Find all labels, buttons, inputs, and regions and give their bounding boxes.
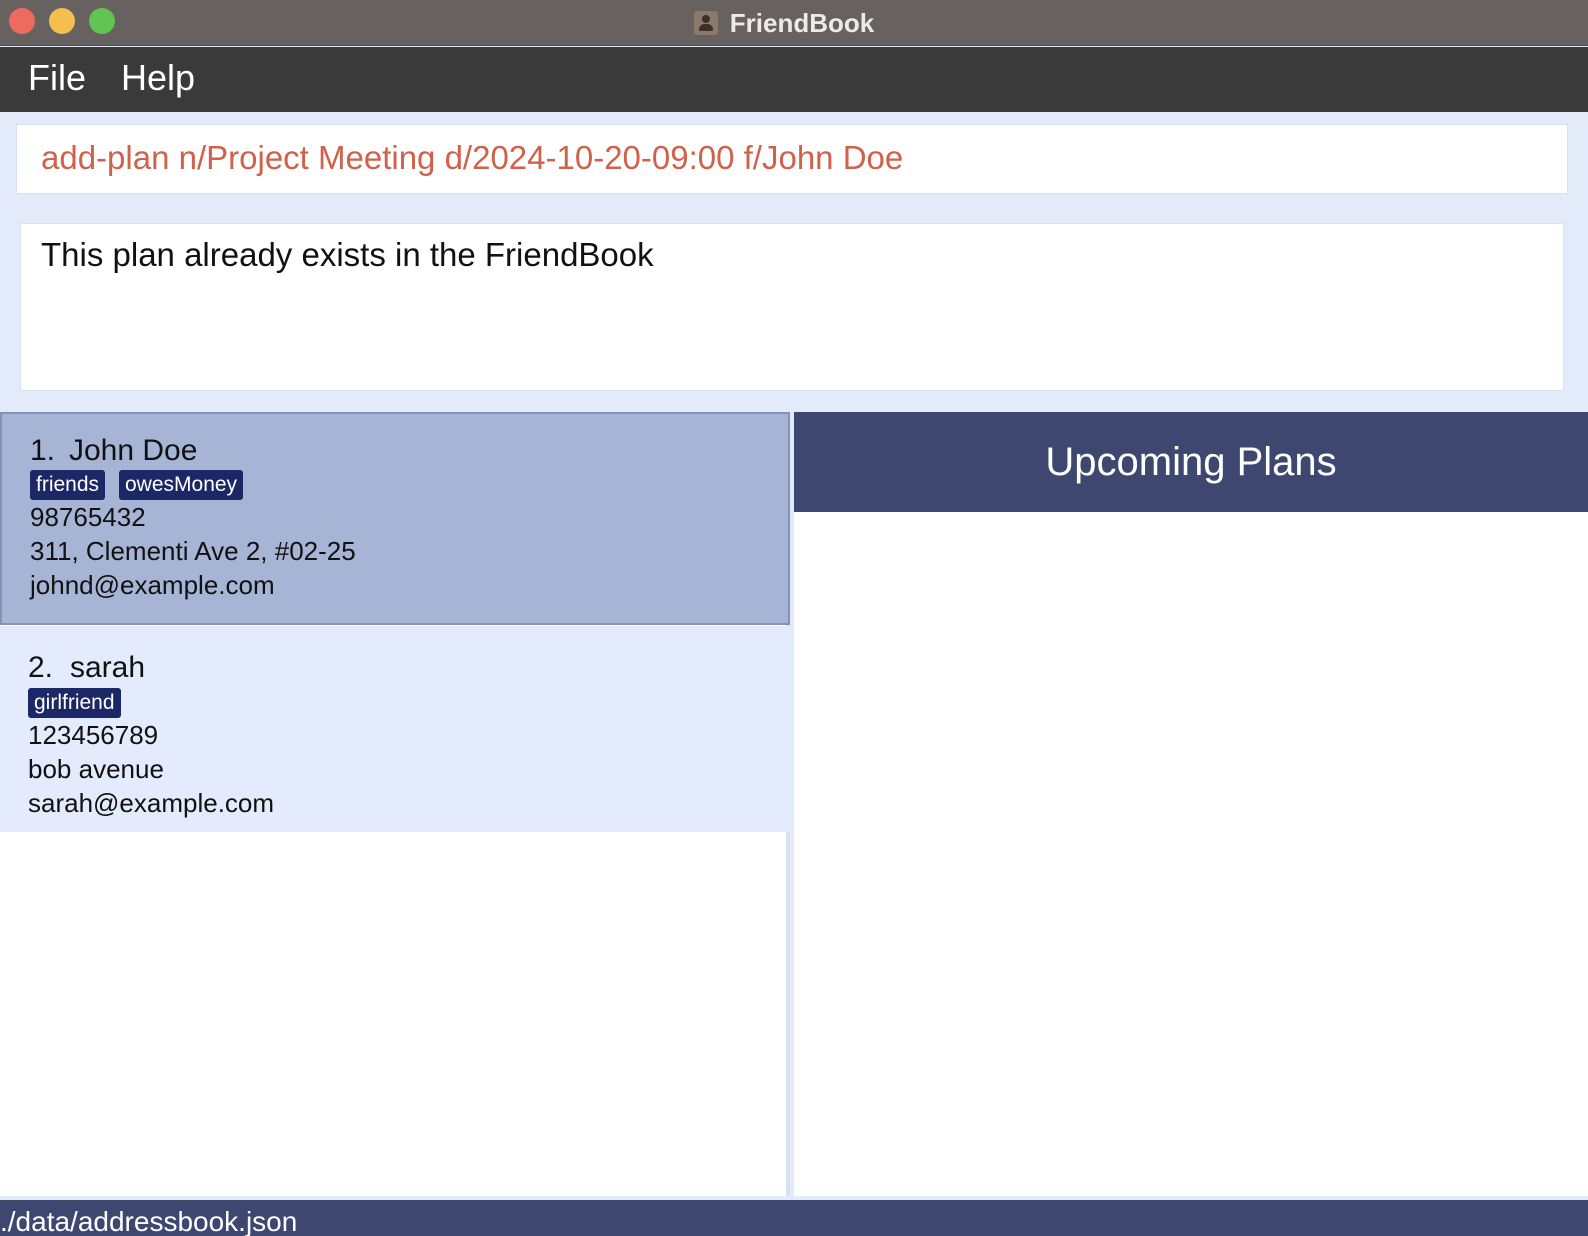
person-address: bob avenue: [28, 754, 164, 784]
plans-panel: Upcoming Plans: [794, 412, 1588, 1196]
result-message: This plan already exists in the FriendBo…: [41, 236, 654, 273]
person-phone: 98765432: [30, 502, 146, 532]
person-card[interactable]: 1. John Doe friends owesMoney 98765432 3…: [0, 412, 790, 625]
person-email: johnd@example.com: [30, 570, 275, 600]
person-phone: 123456789: [28, 720, 159, 750]
person-tag: owesMoney: [119, 470, 244, 500]
menu-file[interactable]: File: [28, 57, 86, 99]
window-title: FriendBook: [729, 7, 875, 38]
result-display: This plan already exists in the FriendBo…: [20, 223, 1564, 391]
status-bar: ./data/addressbook.json: [0, 1200, 1588, 1236]
person-index: 1.: [30, 434, 56, 467]
data-file-path: ./data/addressbook.json: [0, 1206, 298, 1236]
title-bar: FriendBook: [0, 0, 1588, 46]
person-list[interactable]: 1. John Doe friends owesMoney 98765432 3…: [0, 412, 790, 1196]
menu-bar: File Help: [0, 47, 1588, 112]
person-tag: girlfriend: [28, 688, 121, 718]
command-box: [16, 124, 1568, 194]
menu-help[interactable]: Help: [121, 57, 195, 99]
command-input[interactable]: [41, 139, 1541, 177]
person-address: 311, Clementi Ave 2, #02-25: [30, 536, 356, 566]
person-name: sarah: [70, 651, 146, 684]
plans-title: Upcoming Plans: [1045, 439, 1337, 484]
person-tag: friends: [30, 470, 106, 500]
plans-header: Upcoming Plans: [794, 412, 1588, 512]
app-contacts-icon: [693, 11, 718, 35]
person-card[interactable]: 2. sarah girlfriend 123456789 bob avenue…: [0, 626, 790, 832]
person-name: John Doe: [69, 434, 198, 467]
person-email: sarah@example.com: [28, 788, 275, 818]
person-index: 2.: [28, 651, 54, 684]
